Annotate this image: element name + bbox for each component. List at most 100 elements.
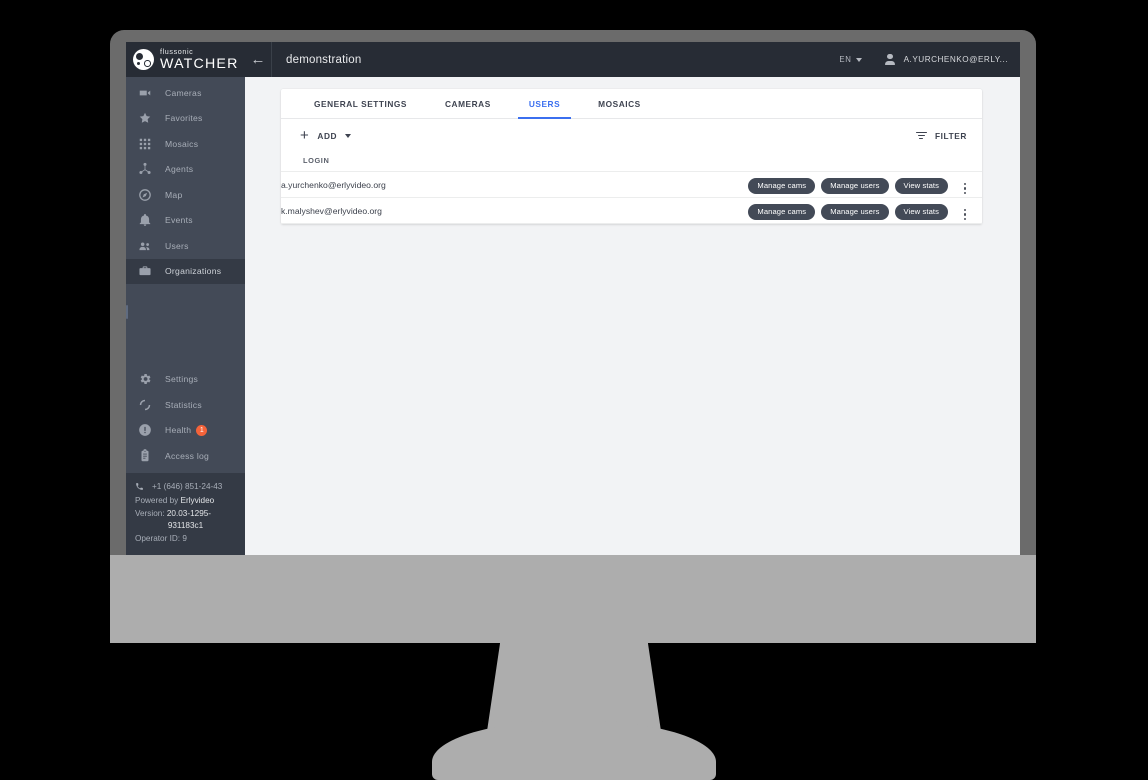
flussonic-logo-icon [133, 49, 154, 70]
column-header-login: LOGIN [281, 152, 507, 172]
user-menu[interactable]: A.YURCHENKO@ERLY... [884, 53, 1008, 66]
language-label: EN [839, 55, 852, 64]
row-menu-cell [948, 171, 982, 198]
sidebar-item-organizations[interactable]: Organizations [126, 258, 245, 284]
version-label: Version: [135, 508, 165, 518]
version-value-2: 931183c1 [167, 521, 204, 530]
action-manage-users-button[interactable]: Manage users [821, 203, 889, 220]
compass-icon [137, 187, 153, 203]
sidebar-item-label: Cameras [165, 87, 202, 98]
star-icon [137, 110, 153, 126]
info-icon [137, 422, 153, 438]
users-table: LOGIN a.yurchenko@erlyvideo.org Manage ca… [281, 152, 982, 224]
action-view-stats-button[interactable]: View stats [894, 203, 948, 220]
sidebar-item-label: Access log [165, 450, 210, 461]
action-view-stats-button[interactable]: View stats [894, 177, 948, 194]
chevron-down-icon [345, 133, 352, 138]
row-actions-cell: Manage cams Manage users View stats [506, 171, 948, 198]
table-row[interactable]: k.malyshev@erlyvideo.org Manage cams Manag… [281, 197, 982, 224]
user-login-cell: a.yurchenko@erlyvideo.org [281, 171, 507, 198]
kebab-menu-icon[interactable] [961, 180, 969, 197]
donut-icon [137, 397, 153, 413]
version-value: 20.03-1295- [166, 508, 212, 518]
sidebar-item-label: Settings [165, 374, 199, 385]
operator-id: Operator ID: 9 [135, 533, 187, 543]
logo-wordmark: flussonic WATCHER [160, 48, 239, 72]
phone-icon [135, 482, 146, 496]
sidebar-item-agents[interactable]: Agents [126, 157, 245, 183]
users-card: GENERAL SETTINGS CAMERAS USERS MOSAICS + AD… [281, 89, 982, 224]
powered-by-label: Powered by [135, 496, 179, 505]
sidebar-item-map[interactable]: Map [126, 182, 245, 208]
sidebar-nav-secondary: Settings Statistics Health 1 Access log [126, 364, 245, 469]
video-camera-icon [137, 85, 153, 101]
sidebar-nav-primary: Cameras Favorites Mosaics Agents Map Events Us… [126, 77, 245, 284]
tab-bar: GENERAL SETTINGS CAMERAS USERS MOSAICS [281, 89, 982, 119]
tab-general-settings[interactable]: GENERAL SETTINGS [295, 89, 426, 119]
filter-button[interactable]: FILTER [914, 127, 969, 145]
filter-button-label: FILTER [934, 130, 967, 141]
tab-users[interactable]: USERS [510, 89, 579, 119]
users-table-body: a.yurchenko@erlyvideo.org Manage cams Mana… [281, 171, 982, 224]
sidebar-item-mosaics[interactable]: Mosaics [126, 131, 245, 157]
agents-icon [137, 161, 153, 177]
card-toolbar: + ADD FILTER [281, 119, 982, 152]
app-logo[interactable]: flussonic WATCHER [126, 42, 245, 77]
sidebar-item-cameras[interactable]: Cameras [126, 80, 245, 106]
chevron-down-icon [855, 57, 862, 62]
briefcase-icon [137, 263, 153, 279]
screen: flussonic WATCHER ← demonstration EN A.Y… [126, 42, 1020, 555]
action-manage-cams-button[interactable]: Manage cams [748, 177, 816, 194]
tab-mosaics[interactable]: MOSAICS [579, 89, 660, 119]
sidebar-item-label: Map [165, 189, 183, 200]
sidebar-item-users[interactable]: Users [126, 233, 245, 259]
version-line: Version: 20.03-1295- [135, 508, 236, 521]
language-selector[interactable]: EN [839, 55, 862, 64]
sidebar-item-events[interactable]: Events [126, 208, 245, 234]
sidebar-footer: +1 (646) 851-24-43 Powered by Erlyvideo … [126, 472, 245, 555]
grid-icon [137, 136, 153, 152]
column-header-actions [506, 152, 948, 172]
page-title: demonstration [286, 53, 362, 66]
clipboard-icon [137, 448, 153, 464]
plus-icon: + [300, 127, 310, 144]
logo-title: WATCHER [160, 55, 239, 72]
content-area: GENERAL SETTINGS CAMERAS USERS MOSAICS + AD… [245, 77, 1020, 555]
add-button[interactable]: + ADD [294, 124, 357, 147]
action-manage-cams-button[interactable]: Manage cams [748, 203, 816, 220]
sidebar-item-label: Health [165, 425, 192, 436]
powered-by-value: Erlyvideo [180, 496, 215, 505]
sidebar-item-settings[interactable]: Settings [126, 367, 245, 393]
sidebar-item-statistics[interactable]: Statistics [126, 392, 245, 418]
row-actions-cell: Manage cams Manage users View stats [506, 197, 948, 224]
sidebar: Cameras Favorites Mosaics Agents Map Events Us… [126, 77, 245, 555]
sidebar-item-label: Mosaics [165, 138, 199, 149]
sidebar-item-health[interactable]: Health 1 [126, 418, 245, 444]
kebab-menu-icon[interactable] [961, 206, 969, 223]
back-arrow-icon[interactable]: ← [245, 51, 271, 68]
action-manage-users-button[interactable]: Manage users [821, 177, 889, 194]
sidebar-item-favorites[interactable]: Favorites [126, 106, 245, 132]
support-phone[interactable]: +1 (646) 851-24-43 [135, 481, 236, 496]
table-header-row: LOGIN [281, 152, 982, 172]
tab-cameras[interactable]: CAMERAS [426, 89, 510, 119]
sidebar-item-access-log[interactable]: Access log [126, 443, 245, 469]
sidebar-scrollbar[interactable] [126, 305, 128, 319]
filter-icon [915, 131, 927, 140]
users-icon [137, 238, 153, 254]
sidebar-item-label: Agents [165, 164, 194, 175]
sidebar-item-label: Favorites [165, 113, 203, 124]
user-login-cell: k.malyshev@erlyvideo.org [281, 197, 507, 224]
monitor-stand-base [432, 720, 716, 780]
top-bar: flussonic WATCHER ← demonstration EN A.Y… [126, 42, 1020, 77]
sidebar-item-label: Organizations [165, 266, 222, 277]
sidebar-item-label: Events [165, 215, 193, 226]
user-name-label: A.YURCHENKO@ERLY... [903, 55, 1008, 64]
users-table-head: LOGIN [281, 152, 982, 172]
monitor-chin [110, 555, 1036, 643]
table-row[interactable]: a.yurchenko@erlyvideo.org Manage cams Mana… [281, 171, 982, 198]
gear-icon [137, 371, 153, 387]
body-row: Cameras Favorites Mosaics Agents Map Events Us… [126, 77, 1020, 555]
support-phone-label: +1 (646) 851-24-43 [152, 481, 223, 491]
